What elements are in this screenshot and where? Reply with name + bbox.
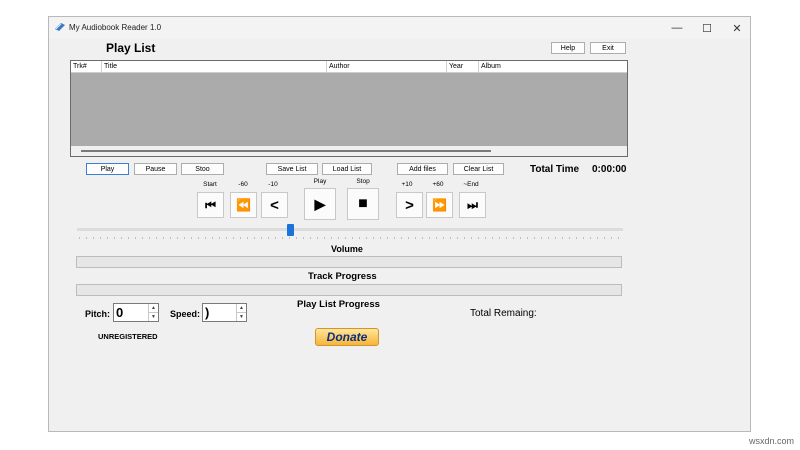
app-window: My Audiobook Reader 1.0 — ☐ ✕ Play List …	[48, 16, 751, 432]
add-files-button[interactable]: Add files	[397, 163, 448, 175]
speed-up-icon[interactable]: ▲	[237, 304, 246, 313]
stop-button[interactable]: Stoo	[181, 163, 224, 175]
column-header-track[interactable]: Trk#	[71, 61, 102, 73]
volume-slider-track[interactable]	[77, 228, 623, 231]
load-list-button[interactable]: Load List	[322, 163, 372, 175]
skip-end-button[interactable]: ⏭	[459, 192, 486, 218]
total-time-label: Total Time	[530, 164, 580, 175]
speed-value: )	[205, 305, 210, 320]
column-header-author[interactable]: Author	[327, 61, 447, 73]
fast-forward-icon: ⏩	[432, 198, 447, 212]
column-header-album[interactable]: Album	[479, 61, 627, 73]
back-arrow-icon: <	[270, 196, 279, 214]
donate-button[interactable]: Donate	[315, 328, 379, 346]
end-label: ~End	[463, 181, 479, 188]
column-header-title[interactable]: Title	[102, 61, 327, 73]
transport-stop-label: Stop	[356, 178, 370, 185]
save-list-button[interactable]: Save List	[266, 163, 318, 175]
volume-slider-ticks	[79, 237, 623, 239]
speed-stepper[interactable]: ) ▲ ▼	[202, 303, 247, 322]
app-icon	[55, 23, 65, 31]
help-button[interactable]: Help	[551, 42, 585, 54]
window-title: My Audiobook Reader 1.0	[69, 23, 162, 32]
clear-list-button[interactable]: Clear List	[453, 163, 504, 175]
stop-icon: ■	[358, 195, 368, 212]
forward-arrow-icon: >	[405, 196, 414, 214]
rewind-60-button[interactable]: ⏪	[230, 192, 257, 218]
transport-play-label: Play	[313, 178, 327, 185]
forward-10-button[interactable]: >	[396, 192, 423, 218]
start-label: Start	[203, 181, 217, 188]
playlist-grid[interactable]: Trk# Title Author Year Album	[70, 60, 628, 157]
close-icon[interactable]: ✕	[719, 19, 755, 37]
track-progress-label: Track Progress	[308, 271, 377, 282]
rewind-icon: ⏪	[236, 198, 251, 212]
volume-slider-thumb[interactable]	[286, 224, 294, 236]
back-10-label: -10	[268, 181, 278, 188]
pause-button[interactable]: Pause	[134, 163, 177, 175]
pitch-label: Pitch:	[85, 309, 111, 319]
playlist-progress-label: Play List Progress	[297, 299, 380, 310]
total-remaining-label: Total Remaing:	[470, 308, 537, 319]
rewind-10-button[interactable]: <	[261, 192, 288, 218]
pitch-up-icon[interactable]: ▲	[149, 304, 158, 313]
title-bar[interactable]: My Audiobook Reader 1.0 — ☐ ✕	[49, 17, 750, 39]
horizontal-scrollbar[interactable]	[71, 146, 627, 156]
pitch-value: 0	[116, 305, 124, 320]
volume-label: Volume	[331, 244, 363, 254]
transport-stop-button[interactable]: ■	[347, 188, 379, 220]
pitch-stepper[interactable]: 0 ▲ ▼	[113, 303, 159, 322]
forward-60-button[interactable]: ⏩	[426, 192, 453, 218]
column-header-year[interactable]: Year	[447, 61, 479, 73]
pitch-down-icon[interactable]: ▼	[149, 313, 158, 321]
volume-bar	[76, 256, 622, 268]
speed-down-icon[interactable]: ▼	[237, 313, 246, 321]
exit-button[interactable]: Exit	[590, 42, 626, 54]
forward-10-label: +10	[401, 181, 413, 188]
skip-start-button[interactable]: ⏮	[197, 192, 224, 218]
play-icon: ▶	[314, 195, 326, 212]
scrollbar-thumb[interactable]	[81, 150, 491, 152]
playlist-title: Play List	[106, 41, 156, 55]
play-button[interactable]: Play	[86, 163, 129, 175]
transport-play-button[interactable]: ▶	[304, 188, 336, 220]
watermark: wsxdn.com	[748, 436, 794, 446]
speed-arrows[interactable]: ▲ ▼	[236, 304, 246, 321]
track-progress-bar	[76, 284, 622, 296]
registration-status: UNREGISTERED	[98, 332, 158, 341]
skip-start-icon: ⏮	[205, 197, 216, 212]
forward-60-label: +60	[432, 181, 444, 188]
back-60-label: -60	[238, 181, 248, 188]
pitch-arrows[interactable]: ▲ ▼	[148, 304, 158, 321]
grid-header: Trk# Title Author Year Album	[71, 61, 627, 73]
speed-label: Speed:	[170, 309, 201, 319]
skip-end-icon: ⏭	[467, 197, 478, 212]
total-time-value: 0:00:00	[592, 164, 627, 175]
